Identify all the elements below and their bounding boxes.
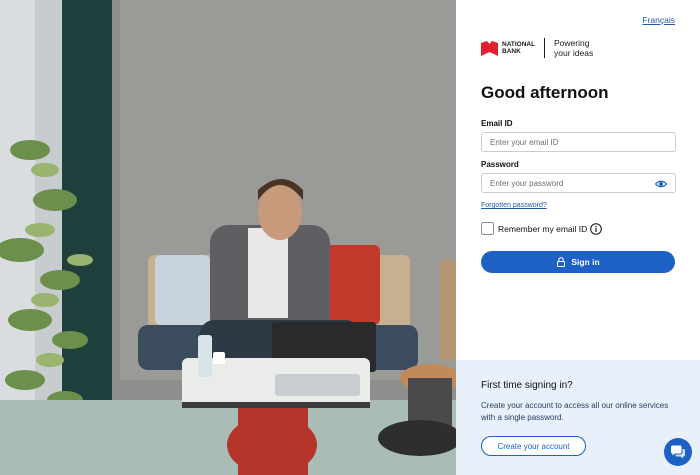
remember-email-checkbox[interactable] xyxy=(481,222,494,235)
sign-in-label: Sign in xyxy=(571,257,600,267)
chat-button[interactable] xyxy=(664,438,692,466)
brand-name: NATIONAL BANK xyxy=(502,41,535,55)
password-input[interactable] xyxy=(481,173,676,193)
password-label: Password xyxy=(481,160,519,169)
chat-icon xyxy=(671,445,685,459)
info-icon[interactable] xyxy=(590,222,603,235)
hero-photo xyxy=(0,0,456,475)
first-time-description: Create your account to access all our on… xyxy=(481,401,669,422)
eye-icon[interactable] xyxy=(655,178,667,190)
language-toggle-link[interactable]: Français xyxy=(642,15,675,25)
greeting-title: Good afternoon xyxy=(481,83,609,102)
forgot-password-link[interactable]: Forgotten password? xyxy=(481,202,547,209)
hero-illustration xyxy=(0,0,456,475)
email-label: Email ID xyxy=(481,119,513,128)
brand-divider xyxy=(544,38,545,58)
brand-logo: NATIONAL BANK Powering your ideas xyxy=(481,38,604,58)
lock-icon xyxy=(557,257,566,267)
remember-email-row: Remember my email ID xyxy=(481,222,603,235)
email-input[interactable] xyxy=(481,132,676,152)
first-time-title: First time signing in? xyxy=(481,380,573,391)
sign-in-button[interactable]: Sign in xyxy=(481,251,675,273)
create-account-button[interactable]: Create your account xyxy=(481,436,586,456)
remember-email-label[interactable]: Remember my email ID xyxy=(498,224,587,234)
national-bank-logo-icon xyxy=(481,40,498,56)
brand-tagline: Powering your ideas xyxy=(554,38,594,58)
first-time-section: First time signing in? Create your accou… xyxy=(456,360,700,475)
login-panel: Français NATIONAL BANK Powering your ide… xyxy=(456,0,700,475)
